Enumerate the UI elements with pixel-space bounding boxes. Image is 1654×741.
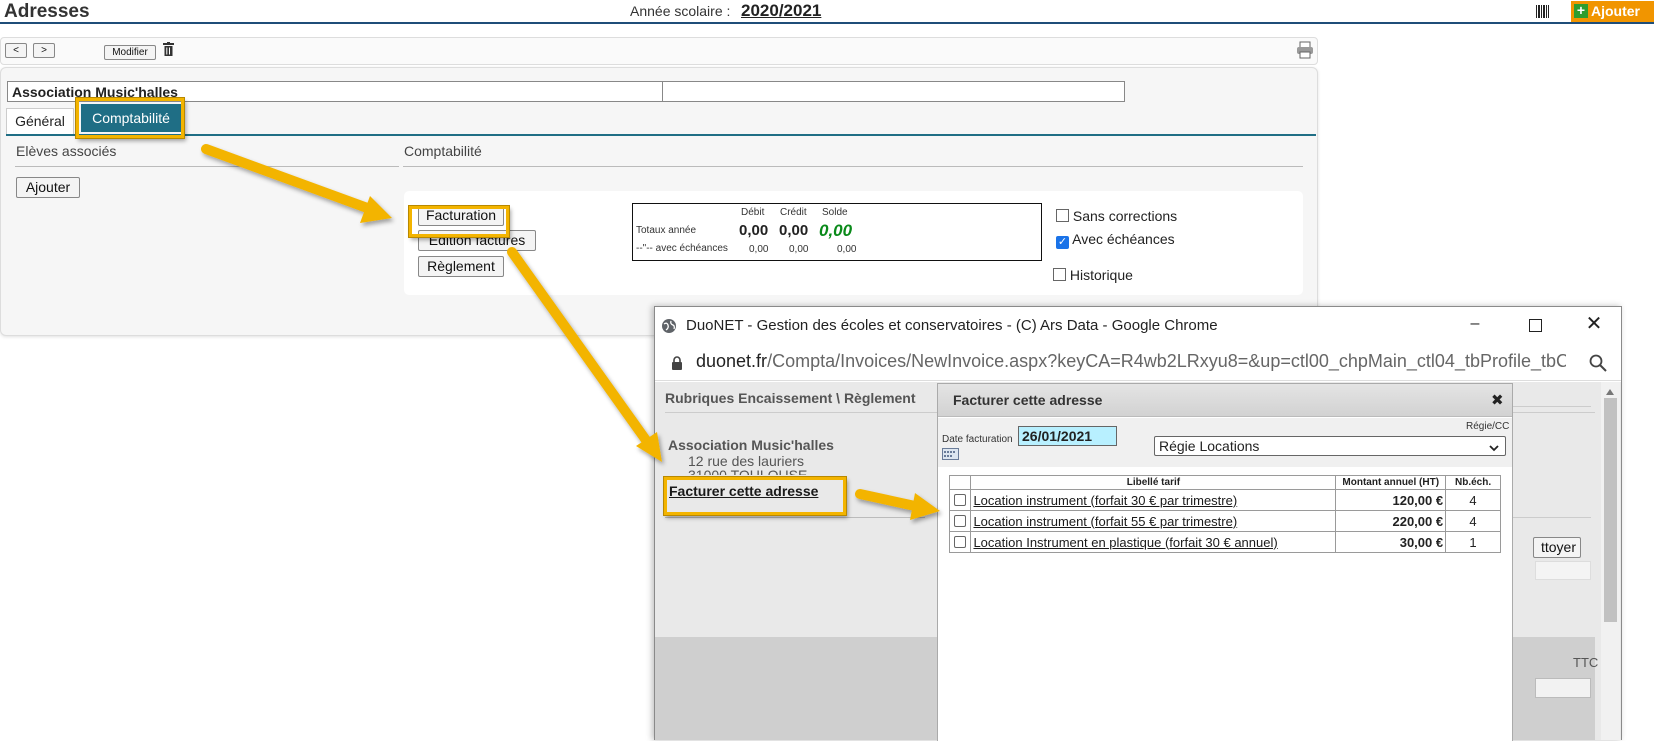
arrow-tab-to-invoice [201, 144, 392, 223]
arrow-button-to-link [507, 247, 662, 462]
annotation-arrows [201, 144, 940, 520]
arrow-link-to-dialog [855, 489, 940, 520]
